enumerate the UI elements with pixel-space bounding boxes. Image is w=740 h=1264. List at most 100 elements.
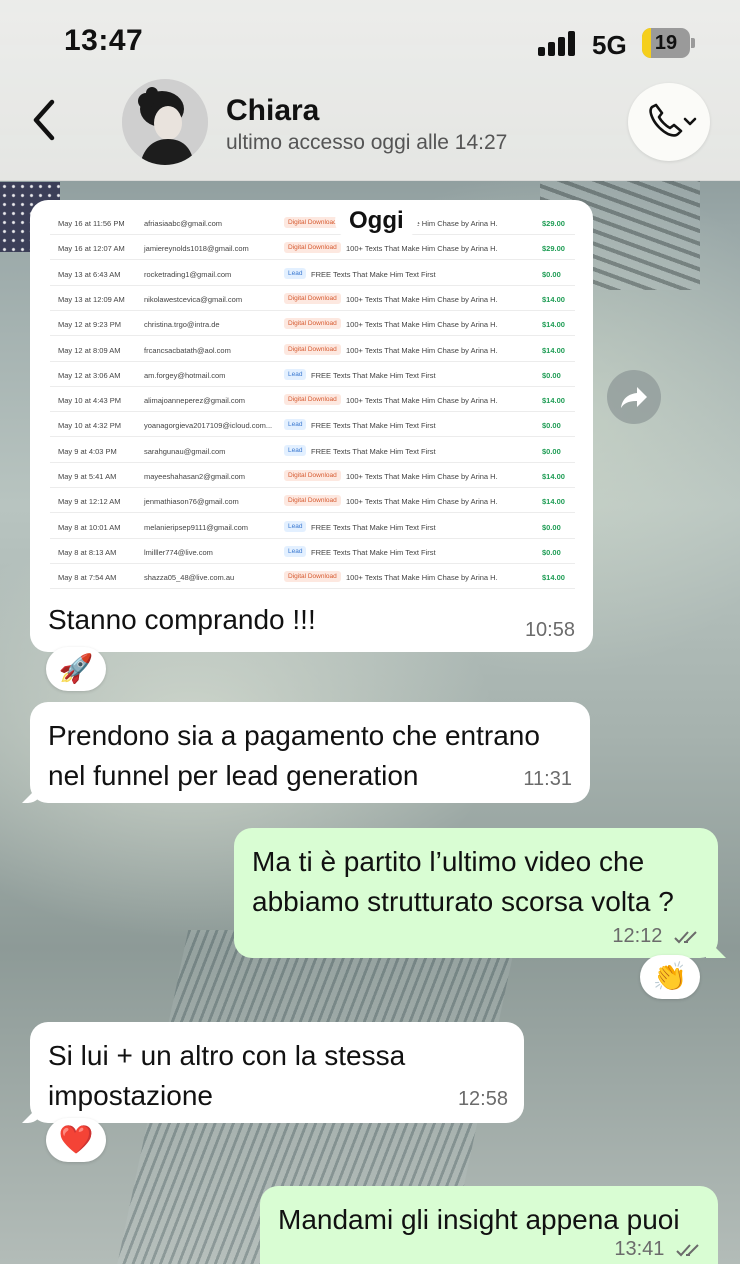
message-text: Stanno comprando !!! [48, 604, 316, 635]
table-cell-tag: Digital Download [284, 394, 341, 406]
table-cell-tag: Lead [284, 520, 307, 532]
table-cell-product: 100+ Texts That Make Him Chase by Arina … [346, 320, 498, 330]
table-cell-tag: Digital Download [284, 318, 341, 330]
message-text-line: Mandami gli insight appena puoi [278, 1204, 680, 1235]
status-bar: 13:47 5G 19 [0, 0, 740, 80]
table-row: May 10 at 4:43 PM alimajoanneperez@gmail.… [50, 387, 575, 413]
battery-icon: 19 [642, 28, 695, 58]
table-cell-email: melanieripsep9111@gmail.com [144, 522, 249, 532]
table-cell-date: May 10 at 4:43 PM [58, 396, 121, 406]
message-bubble-outgoing[interactable]: Ma ti è partito l’ultimo video che abbia… [234, 828, 726, 958]
table-cell-email: sarahgunau@gmail.com [144, 446, 226, 456]
screenshot-image[interactable]: May 16 at 11:56 PM afriasiaabc@gmail.com D… [36, 206, 587, 590]
table-cell-price: $0.00 [542, 446, 561, 456]
table-cell-price: $0.00 [542, 370, 561, 380]
message-text-line: abbiamo strutturato scorsa volta ? [252, 886, 674, 917]
table-cell-price: $14.00 [542, 294, 565, 304]
table-cell-product: FREE Texts That Make Him Text First [311, 547, 436, 557]
date-separator: Oggi [335, 202, 418, 240]
table-cell-date: May 10 at 4:32 PM [58, 421, 121, 431]
table-cell-tag: Lead [284, 368, 307, 380]
message-time: 12:12 [612, 925, 663, 947]
table-row: May 8 at 8:13 AM lmilller774@live.com Lead… [50, 539, 575, 564]
message-text-line: Prendono sia a pagamento che entrano [48, 720, 540, 751]
table-cell-price: $0.00 [542, 421, 561, 431]
table-cell-price: $29.00 [542, 244, 565, 254]
table-cell-product: 100+ Texts That Make Him Chase by Arina … [346, 497, 498, 507]
message-bubble-incoming[interactable]: Prendono sia a pagamento che entrano nel… [22, 702, 590, 803]
network-type: 5G [592, 30, 627, 60]
table-cell-price: $14.00 [542, 472, 565, 481]
table-row: May 16 at 11:56 PM afriasiaabc@gmail.com D… [50, 210, 575, 235]
table-cell-email: afriasiaabc@gmail.com [144, 219, 223, 228]
table-cell-tag: Lead [284, 267, 307, 279]
table-row: May 9 at 4:03 PM sarahgunau@gmail.com Lead… [50, 438, 575, 463]
back-button[interactable] [28, 96, 64, 144]
table-cell-price: $0.00 [542, 522, 561, 532]
reaction-badge[interactable]: ❤️ [46, 1118, 106, 1162]
table-row: May 10 at 4:32 PM yoanagorgieva2017109@ic… [50, 412, 575, 438]
message-text-line: Si lui + un altro con la stessa [48, 1040, 406, 1071]
clock: 13:47 [64, 24, 144, 57]
message-time: 12:58 [457, 1088, 508, 1110]
avatar[interactable] [122, 79, 208, 165]
table-cell-email: shazza05_48@live.com.au [144, 573, 235, 583]
table-cell-price: $0.00 [542, 269, 561, 279]
avatar-photo [122, 79, 208, 165]
table-cell-email: christina.trgo@intra.de [144, 320, 220, 330]
message-meta: 12:12 [612, 925, 702, 948]
table-cell-date: May 13 at 12:09 AM [58, 294, 125, 304]
reaction-badge[interactable]: 👏 [640, 955, 700, 999]
table-cell-tag: Digital Download [284, 242, 341, 254]
table-cell-date: May 16 at 11:56 PM [58, 219, 125, 228]
table-cell-email: am.forgey@hotmail.com [144, 370, 226, 380]
table-cell-email: jamiereynolds1018@gmail.com [144, 244, 249, 254]
table-cell-date: May 12 at 3:06 AM [58, 370, 121, 380]
message-text-line: impostazione [48, 1080, 213, 1111]
message-text-line: Ma ti è partito l’ultimo video che [252, 846, 645, 877]
reaction-badge[interactable]: 🚀 [46, 647, 106, 691]
table-cell-product: 100+ Texts That Make Him Chase by Arina … [346, 345, 498, 355]
table-cell-tag: Digital Download [284, 571, 341, 583]
table-cell-date: May 13 at 6:43 AM [58, 269, 121, 279]
table-cell-tag: Digital Download [284, 292, 341, 304]
message-text-line: nel funnel per lead generation [48, 760, 419, 791]
table-cell-tag: Digital Download [284, 495, 341, 507]
table-cell-date: May 9 at 4:03 PM [58, 446, 117, 456]
message-bubble-incoming[interactable]: Si lui + un altro con la stessa impostaz… [22, 1022, 524, 1123]
table-cell-product: FREE Texts That Make Him Text First [311, 446, 436, 456]
message-time: 11:31 [523, 768, 572, 790]
table-row: May 9 at 5:41 AM mayeeshahasan2@gmail.com… [50, 463, 575, 488]
forward-button[interactable] [607, 370, 661, 424]
table-cell-email: lmilller774@live.com [144, 547, 213, 557]
table-cell-product: 100+ Texts That Make Him Chase by Arina … [346, 294, 498, 304]
table-cell-tag: Digital Download [284, 470, 341, 481]
table-cell-price: $14.00 [542, 573, 565, 583]
table-row: May 13 at 6:43 AM rocketrading1@gmail.com… [50, 261, 575, 286]
call-button[interactable] [628, 83, 710, 161]
table-cell-tag: Digital Download [284, 343, 341, 355]
table-cell-email: yoanagorgieva2017109@icloud.com... [144, 421, 273, 431]
message-time: 10:58 [524, 619, 575, 641]
table-row: May 9 at 12:12 AM jenmathiason76@gmail.co… [50, 488, 575, 514]
table-cell-email: jenmathiason76@gmail.com [144, 497, 239, 507]
chat-area[interactable]: May 16 at 11:56 PM afriasiaabc@gmail.com D… [0, 0, 740, 1264]
table-cell-date: May 16 at 12:07 AM [58, 244, 125, 254]
chevron-down-icon [683, 117, 697, 126]
table-row: May 8 at 10:01 AM melanieripsep9111@gmail… [50, 514, 575, 539]
contact-name[interactable]: Chiara [226, 94, 319, 128]
read-ticks-icon [676, 1244, 699, 1257]
message-meta: 13:41 [614, 1238, 704, 1261]
table-row: May 12 at 3:06 AM am.forgey@hotmail.com Le… [50, 362, 575, 387]
message-bubble-outgoing[interactable]: Mandami gli insight appena puoi 13:41 [260, 1186, 718, 1264]
table-cell-email: alimajoanneperez@gmail.com [144, 396, 245, 406]
bubble-tail [22, 1103, 42, 1123]
bubble-tail [22, 783, 42, 803]
table-cell-product: FREE Texts That Make Him Text First [311, 370, 436, 380]
table-cell-price: $14.00 [542, 396, 565, 406]
table-cell-product: FREE Texts That Make Him Text First [311, 421, 436, 431]
image-message[interactable]: May 16 at 11:56 PM afriasiaabc@gmail.com D… [30, 200, 593, 652]
table-cell-product: FREE Texts That Make Him Text First [311, 269, 436, 279]
table-cell-tag: Lead [284, 545, 307, 557]
table-cell-product: 100+ Texts That Make Him Chase by Arina … [346, 573, 498, 583]
